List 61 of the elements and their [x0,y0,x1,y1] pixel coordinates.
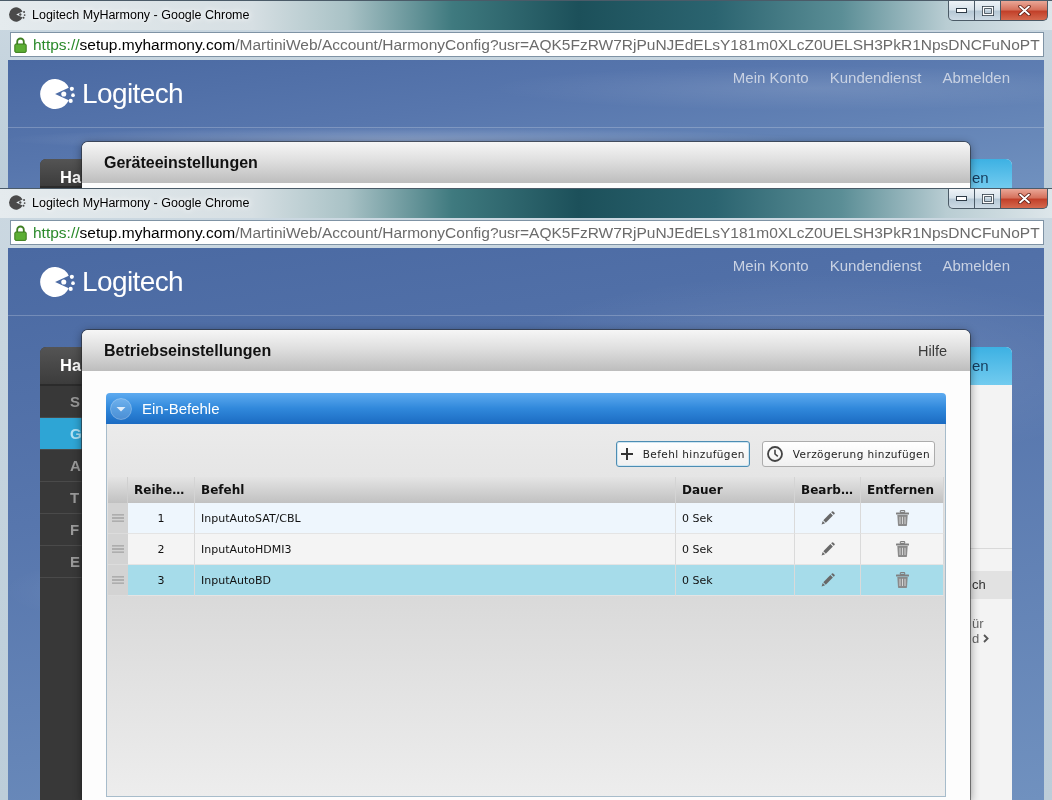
logo-icon [40,267,76,297]
nav-link[interactable]: Mein Konto [732,257,809,275]
link[interactable]: ür [972,616,984,631]
handle-cell[interactable] [108,503,128,534]
table-cell: InputAutoBD [195,565,676,596]
table-row[interactable]: 3 InputAutoBD 0 Sek [108,565,944,596]
minimize-button[interactable] [948,1,975,21]
address-field[interactable]: https://setup.myharmony.com/MartiniWeb/Account/HarmonyConfig?usr=AQK5FzRW7RjPuNJEdELsY181m0XLcZ0UELSH3PkR1NpsDNCFuNoPT [10,32,1044,57]
grip-lines-icon [112,576,124,584]
maximize-icon [981,5,994,16]
minimize-icon [956,196,967,201]
minimize-icon [956,8,967,13]
logo-icon [9,7,26,22]
table-row[interactable]: 1 InputAutoSAT/CBL 0 Sek [108,503,944,534]
brand-name: Logitech [82,78,184,110]
close-button[interactable] [1000,189,1048,209]
maximize-button[interactable] [974,189,1001,209]
nav-link[interactable]: Abmelden [942,257,1010,275]
link[interactable]: d [972,631,990,646]
grip-lines-icon [112,545,124,553]
clock-icon [766,446,783,462]
panel-tab[interactable]: en [970,347,1012,385]
add-command-button[interactable]: Befehl hinzufügen [615,441,750,467]
trash-icon[interactable] [895,510,909,526]
window-title: Logitech MyHarmony - Google Chrome [32,7,250,23]
pencil-icon[interactable] [820,573,835,587]
accordion-header[interactable]: Ein-Befehle [106,393,946,424]
plus-icon [620,448,633,460]
handle-cell[interactable] [108,534,128,565]
grip-lines-icon [112,514,124,522]
chevron-right-icon [983,634,990,643]
add-delay-button[interactable]: Verzögerung hinzufügen [761,441,935,467]
lock-icon [14,36,27,53]
maximize-button[interactable] [974,1,1001,21]
logo-icon [40,79,76,109]
table-row[interactable]: 2 InputAutoHDMI3 0 Sek [108,534,944,565]
close-icon [1017,193,1031,204]
section-header: ch [970,571,1012,599]
sidebar-title: Ha [40,347,82,386]
dialog-title: Geräteeinstellungen [104,153,258,172]
help-link[interactable]: Hilfe [918,342,947,359]
nav-link[interactable]: Kundendienst [829,257,922,275]
close-button[interactable] [1000,1,1048,21]
brand-name: Logitech [82,266,184,298]
address-field[interactable]: https://setup.myharmony.com/MartiniWeb/Account/HarmonyConfig?usr=AQK5FzRW7RjPuNJEdELsY181m0XLcZ0UELSH3PkR1NpsDNCFuNoPT [10,220,1044,245]
dialog-title: Betriebseinstellungen [104,341,272,360]
table-cell: 0 Sek [676,565,795,596]
sidebar-title: Ha [40,159,82,188]
maximize-icon [981,193,994,204]
panel-tab[interactable]: en [970,159,1012,188]
minimize-button[interactable] [948,189,975,209]
close-icon [1017,5,1031,16]
window-title: Logitech MyHarmony - Google Chrome [32,195,250,211]
pencil-icon[interactable] [820,511,835,525]
logo-icon [9,195,26,210]
pencil-icon[interactable] [820,542,835,556]
handle-cell[interactable] [108,565,128,596]
trash-icon[interactable] [895,541,909,557]
trash-icon[interactable] [895,572,909,588]
table-cell: 3 [128,565,195,596]
lock-icon [14,224,27,241]
